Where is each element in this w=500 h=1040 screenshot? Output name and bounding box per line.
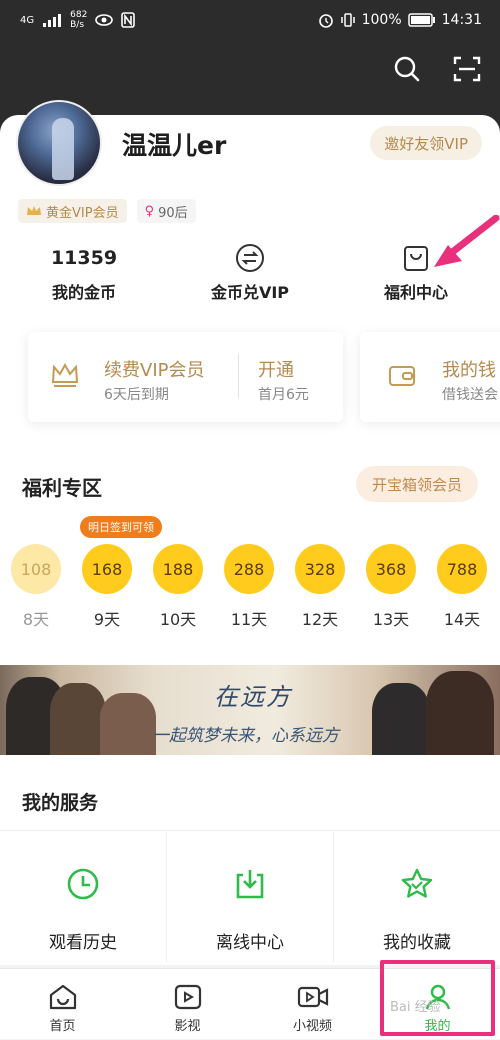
generation-label: 90后 bbox=[158, 205, 188, 221]
exchange-icon bbox=[236, 244, 264, 272]
banner-person bbox=[100, 693, 156, 755]
net-speed: 682 B/s bbox=[70, 10, 87, 30]
tab-home-label: 首页 bbox=[49, 1019, 76, 1034]
offline-center[interactable]: 离线中心 bbox=[167, 832, 333, 962]
tab-home[interactable]: 首页 bbox=[0, 969, 125, 1040]
wallet-icon bbox=[389, 366, 415, 386]
search-icon bbox=[394, 56, 420, 82]
username[interactable]: 温温儿er bbox=[122, 126, 226, 162]
open-vip-price: 首月6元 bbox=[258, 387, 309, 403]
wallet-subtitle: 借钱送会 bbox=[442, 387, 498, 403]
watch-history[interactable]: 观看历史 bbox=[0, 832, 166, 962]
wallet-card[interactable]: 我的钱 借钱送会 bbox=[360, 332, 500, 422]
tab-movies[interactable]: 影视 bbox=[125, 969, 250, 1040]
wallet-title: 我的钱 bbox=[442, 360, 496, 381]
coin-day-11[interactable]: 288 bbox=[224, 544, 274, 594]
banner-person bbox=[426, 671, 494, 755]
invite-vip-button[interactable]: 邀好友领VIP bbox=[370, 126, 482, 160]
net-speed-value: 682 bbox=[70, 10, 88, 20]
tab-movies-label: 影视 bbox=[174, 1019, 201, 1034]
signin-tip: 明日签到可领 bbox=[80, 516, 162, 538]
coin-day-14[interactable]: 788 bbox=[437, 544, 487, 594]
day-label: 12天 bbox=[301, 610, 339, 629]
day-label: 8天 bbox=[22, 610, 50, 629]
battery-percent: 100% bbox=[361, 12, 402, 28]
renew-vip-title: 续费VIP会员 bbox=[104, 360, 205, 381]
open-vip-button[interactable]: 开通 bbox=[258, 356, 294, 382]
status-bar: 4G 682 B/s 100% 14:31 bbox=[20, 8, 482, 32]
gift-box-icon bbox=[404, 246, 428, 271]
star-icon bbox=[401, 868, 433, 898]
my-favorites[interactable]: 我的收藏 bbox=[334, 832, 500, 962]
banner-person bbox=[372, 683, 430, 755]
day-label: 10天 bbox=[159, 610, 197, 629]
coin-count: 11359 bbox=[50, 247, 118, 269]
tab-short-video[interactable]: 小视频 bbox=[250, 969, 375, 1040]
eye-icon bbox=[95, 14, 114, 26]
renew-vip-subtitle: 6天后到期 bbox=[104, 387, 169, 403]
promo-banner[interactable]: 在远方 一起筑梦未来，心系远方 bbox=[0, 665, 500, 755]
stats-row: 11359 我的金币 金币兑VIP 福利中心 bbox=[0, 244, 500, 305]
generation-badge: ♀ 90后 bbox=[136, 199, 196, 223]
coin-exchange-vip[interactable]: 金币兑VIP bbox=[180, 244, 320, 303]
download-icon bbox=[236, 870, 264, 899]
vip-badge[interactable]: 黄金VIP会员 bbox=[18, 199, 127, 223]
day-label: 11天 bbox=[230, 610, 268, 629]
my-coins-label: 我的金币 bbox=[51, 283, 116, 302]
banner-subtitle: 一起筑梦未来，心系远方 bbox=[152, 726, 339, 746]
vip-badge-label: 黄金VIP会员 bbox=[46, 205, 119, 221]
crown-icon bbox=[27, 206, 41, 215]
film-icon bbox=[174, 984, 201, 1010]
my-coins[interactable]: 11359 我的金币 bbox=[14, 245, 154, 303]
nfc-icon bbox=[121, 12, 136, 28]
net-speed-unit: B/s bbox=[70, 20, 85, 30]
coin-exchange-vip-label: 金币兑VIP bbox=[210, 283, 290, 302]
divider bbox=[0, 830, 500, 831]
treasure-box-button[interactable]: 开宝箱领会员 bbox=[355, 466, 478, 502]
home-icon bbox=[49, 984, 76, 1010]
avatar[interactable] bbox=[16, 100, 102, 186]
welfare-section-title: 福利专区 bbox=[22, 476, 102, 500]
my-favorites-label: 我的收藏 bbox=[383, 933, 451, 953]
crown-outline-icon bbox=[51, 362, 79, 387]
banner-person bbox=[50, 683, 106, 755]
annotation-arrow bbox=[434, 215, 500, 267]
services-title: 我的服务 bbox=[22, 792, 99, 814]
scan-icon bbox=[453, 56, 481, 82]
welfare-center-label: 福利中心 bbox=[383, 283, 448, 302]
vibrate-icon bbox=[340, 13, 355, 27]
tab-short-video-label: 小视频 bbox=[292, 1019, 332, 1034]
signal-icon bbox=[43, 14, 62, 27]
network-indicator: 4G bbox=[20, 14, 35, 26]
watch-history-label: 观看历史 bbox=[49, 933, 117, 953]
alarm-icon bbox=[318, 14, 333, 28]
search-button[interactable] bbox=[392, 54, 422, 84]
day-label: 13天 bbox=[372, 610, 410, 629]
clock-time: 14:31 bbox=[441, 12, 482, 28]
signin-coins: 108 8天 168 9天 188 10天 288 11天 328 12天 36… bbox=[0, 544, 500, 634]
coin-day-13[interactable]: 368 bbox=[366, 544, 416, 594]
divider bbox=[238, 354, 239, 398]
coin-day-12[interactable]: 328 bbox=[295, 544, 345, 594]
video-icon bbox=[297, 986, 328, 1008]
day-label: 9天 bbox=[93, 610, 121, 629]
clock-icon bbox=[67, 868, 99, 900]
coin-day-10[interactable]: 188 bbox=[153, 544, 203, 594]
coin-day-8[interactable]: 108 bbox=[11, 544, 61, 594]
banner-title: 在远方 bbox=[214, 683, 292, 711]
female-icon: ♀ bbox=[144, 203, 155, 219]
coin-day-9[interactable]: 168 bbox=[82, 544, 132, 594]
renew-vip-card[interactable]: 续费VIP会员 6天后到期 开通 首月6元 bbox=[28, 332, 343, 422]
annotation-highlight-box bbox=[380, 960, 495, 1036]
offline-center-label: 离线中心 bbox=[216, 933, 284, 953]
battery-icon bbox=[407, 13, 435, 27]
scan-button[interactable] bbox=[452, 54, 482, 84]
day-label: 14天 bbox=[443, 610, 481, 629]
